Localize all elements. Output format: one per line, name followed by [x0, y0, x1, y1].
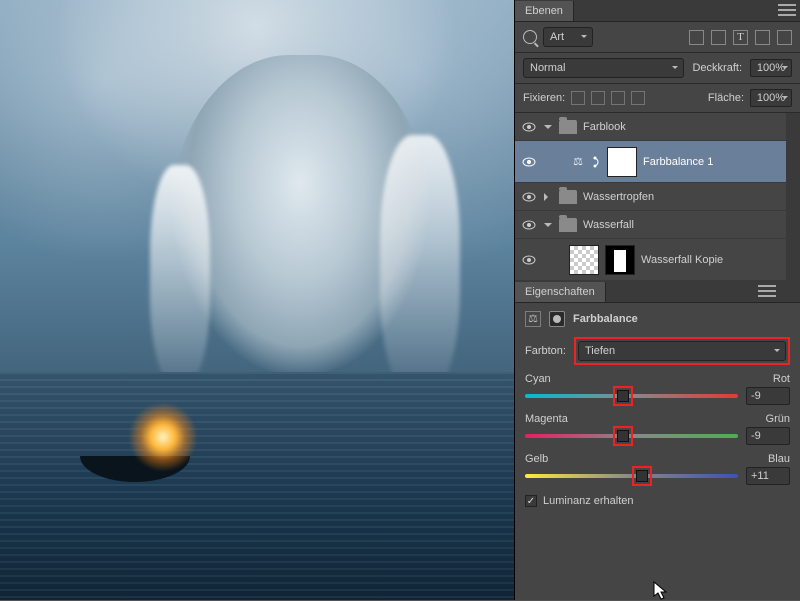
lock-paint-icon[interactable]	[591, 91, 605, 105]
properties-title: Farbbalance	[573, 313, 638, 325]
layer-mask-thumb[interactable]	[605, 245, 635, 275]
visibility-icon[interactable]	[521, 189, 537, 205]
blend-opacity-row: Normal Deckkraft: 100%	[515, 53, 800, 84]
filter-type-icon[interactable]: T	[733, 30, 748, 45]
panel-menu-icon[interactable]	[778, 3, 796, 17]
mask-icon[interactable]	[549, 311, 565, 327]
layer-name[interactable]: Wasserfall Kopie	[641, 254, 723, 266]
tone-label: Farbton:	[525, 345, 566, 357]
filter-pixel-icon[interactable]	[689, 30, 704, 45]
visibility-icon[interactable]	[521, 154, 537, 170]
search-icon	[523, 30, 537, 44]
folder-icon	[559, 190, 577, 204]
balance-icon: ⚖	[569, 155, 587, 169]
cursor-icon	[653, 581, 669, 601]
slider-value-input[interactable]: -9	[746, 427, 790, 445]
filter-adjust-icon[interactable]	[711, 30, 726, 45]
opacity-label: Deckkraft:	[692, 62, 742, 74]
layer-name[interactable]: Farblook	[583, 121, 626, 133]
layer-thumb[interactable]	[569, 245, 599, 275]
lock-label: Fixieren:	[523, 92, 565, 104]
tone-dropdown[interactable]: Tiefen	[578, 341, 786, 361]
canvas-area[interactable]	[0, 0, 514, 600]
slider-gelb-blau: GelbBlau +11	[525, 453, 790, 485]
disclosure-triangle-icon[interactable]	[543, 121, 553, 133]
layer-group-wasserfall[interactable]: Wasserfall	[515, 211, 786, 239]
blend-mode-dropdown[interactable]: Normal	[523, 58, 684, 78]
filter-shape-icon[interactable]	[755, 30, 770, 45]
right-panels: Ebenen Art T Normal Deckkraft: 100% Fixi…	[514, 0, 800, 600]
layer-name[interactable]: Wasserfall	[583, 219, 634, 231]
slider-thumb[interactable]	[617, 430, 629, 442]
lock-transparent-icon[interactable]	[571, 91, 585, 105]
tab-properties[interactable]: Eigenschaften	[515, 282, 606, 302]
visibility-icon[interactable]	[521, 119, 537, 135]
fill-value[interactable]: 100%	[750, 89, 792, 107]
layer-name[interactable]: Farbbalance 1	[643, 156, 713, 168]
folder-icon	[559, 120, 577, 134]
slider-value-input[interactable]: +11	[746, 467, 790, 485]
layer-farbbalance-1[interactable]: ⚖ Farbbalance 1	[515, 141, 786, 183]
panel-menu-icon[interactable]	[758, 284, 776, 298]
fill-label: Fläche:	[708, 92, 744, 104]
visibility-icon[interactable]	[521, 217, 537, 233]
layer-name[interactable]: Wassertropfen	[583, 191, 654, 203]
slider-track[interactable]	[525, 469, 738, 483]
disclosure-triangle-icon[interactable]	[543, 193, 553, 201]
layer-group-wassertropfen[interactable]: Wassertropfen	[515, 183, 786, 211]
lock-fill-row: Fixieren: Fläche: 100%	[515, 84, 800, 113]
balance-icon: ⚖	[525, 311, 541, 327]
tab-layers[interactable]: Ebenen	[515, 1, 574, 21]
properties-panel-header: Eigenschaften	[515, 281, 800, 303]
properties-panel: ⚖ Farbbalance Farbton: Tiefen CyanRot -9…	[515, 303, 800, 600]
disclosure-triangle-icon[interactable]	[543, 219, 553, 231]
folder-icon	[559, 218, 577, 232]
lock-all-icon[interactable]	[631, 91, 645, 105]
slider-magenta-grün: MagentaGrün -9	[525, 413, 790, 445]
slider-thumb[interactable]	[617, 390, 629, 402]
lock-position-icon[interactable]	[611, 91, 625, 105]
layers-scrollbar[interactable]	[786, 113, 800, 281]
layer-wasserfall-kopie[interactable]: Wasserfall Kopie	[515, 239, 786, 281]
visibility-icon[interactable]	[521, 252, 537, 268]
layer-filter-row: Art T	[515, 22, 800, 53]
preserve-luminosity-checkbox[interactable]: Luminanz erhalten	[525, 495, 790, 507]
slider-track[interactable]	[525, 389, 738, 403]
layers-panel-header: Ebenen	[515, 0, 800, 22]
filter-smart-icon[interactable]	[777, 30, 792, 45]
slider-cyan-rot: CyanRot -9	[525, 373, 790, 405]
layer-group-farblook[interactable]: Farblook	[515, 113, 786, 141]
slider-track[interactable]	[525, 429, 738, 443]
filter-type-dropdown[interactable]: Art	[543, 27, 593, 47]
layer-list[interactable]: Farblook ⚖ Farbbalance 1 Wassertropfen	[515, 113, 786, 281]
checkbox-icon	[525, 495, 537, 507]
checkbox-label: Luminanz erhalten	[543, 495, 634, 507]
slider-value-input[interactable]: -9	[746, 387, 790, 405]
slider-thumb[interactable]	[636, 470, 648, 482]
layer-mask-thumb[interactable]	[607, 147, 637, 177]
document-canvas[interactable]	[0, 0, 514, 600]
opacity-value[interactable]: 100%	[750, 59, 792, 77]
